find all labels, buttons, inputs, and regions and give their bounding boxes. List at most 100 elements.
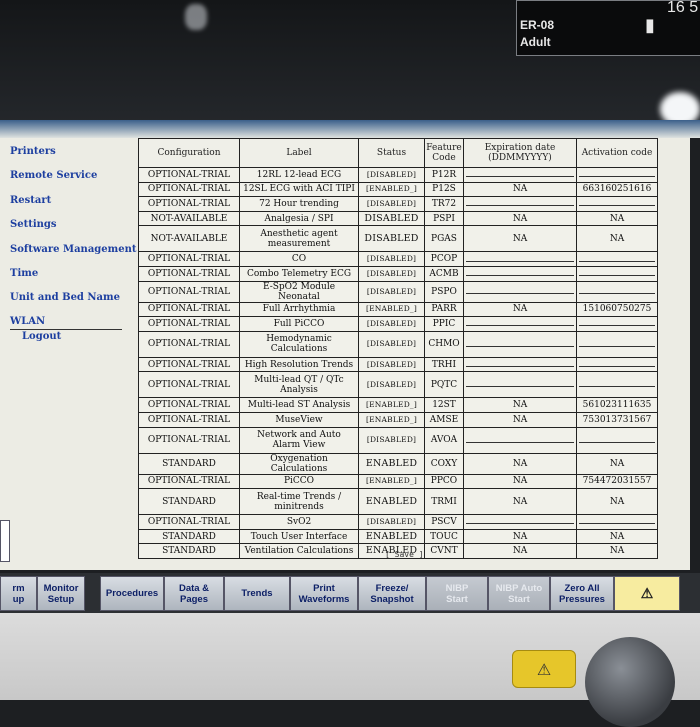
save-button[interactable]: [ Save ]: [385, 550, 424, 559]
cell-feature-code-text: AVOA: [430, 435, 458, 446]
expiration-entry-field[interactable]: [466, 438, 574, 443]
cell-configuration-text: OPTIONAL-TRIAL: [147, 339, 231, 350]
alarm-silence-hard-button[interactable]: ⚠: [512, 650, 576, 688]
table-row: STANDARD Real-time Trends / minitrends ENA…: [138, 488, 658, 516]
cell-label-text: CO: [291, 254, 307, 265]
cell-label-text: E-SpO2 Module Neonatal: [262, 281, 336, 302]
cell-configuration-text: STANDARD: [162, 546, 216, 557]
softkey-monitor-setup[interactable]: Monitor Setup: [37, 576, 85, 611]
cell-expiration-date: NA: [463, 210, 577, 227]
expiration-entry-field[interactable]: [466, 382, 574, 388]
cell-label: Touch User Interface: [239, 528, 359, 545]
cell-label: 72 Hour trending: [239, 196, 359, 212]
softkey-nibp-auto-start[interactable]: NIBP Auto Start: [488, 576, 550, 611]
alarm-silence-key[interactable]: ⚠: [614, 576, 680, 611]
cell-status: [DISABLED]: [358, 371, 425, 399]
cell-status-text: [ENABLED_]: [365, 400, 418, 410]
cell-expiration-date: [463, 251, 577, 267]
cell-status: [DISABLED]: [358, 196, 425, 212]
softkey-label: rm up: [12, 582, 25, 605]
cell-expiration-date: NA: [463, 452, 577, 475]
cell-activation-code-text: NA: [609, 531, 625, 542]
cell-configuration-text: OPTIONAL-TRIAL: [147, 516, 231, 527]
cell-configuration: OPTIONAL-TRIAL: [138, 356, 240, 373]
cell-activation-code: 754472031557: [576, 473, 658, 490]
activation-entry-field[interactable]: [579, 289, 655, 295]
cell-label-text: Full PiCCO: [273, 318, 325, 329]
cell-status-text: ENABLED: [365, 457, 418, 469]
activation-entry-field[interactable]: [579, 342, 655, 347]
cell-status: [DISABLED]: [358, 251, 425, 267]
expiration-entry-field[interactable]: [466, 519, 574, 525]
cell-label-text: Touch User Interface: [250, 531, 348, 542]
cell-label-text: PiCCO: [283, 476, 315, 487]
activation-entry-field[interactable]: [579, 438, 655, 443]
softkey-rm-up[interactable]: rm up: [0, 576, 37, 611]
softkey-procedures[interactable]: Procedures: [100, 576, 164, 611]
expiration-entry-field[interactable]: [466, 342, 574, 347]
cell-status-text: [DISABLED]: [366, 198, 417, 208]
activation-entry-field[interactable]: [579, 271, 655, 277]
softkey-trends[interactable]: Trends: [224, 576, 290, 611]
expiration-entry-field[interactable]: [466, 257, 574, 262]
cell-activation-code: [576, 356, 658, 373]
cell-configuration-text: OPTIONAL-TRIAL: [147, 184, 231, 195]
softkey-label: NIBP Start: [445, 582, 469, 605]
expiration-entry-field[interactable]: [466, 172, 574, 178]
activation-entry-field[interactable]: [579, 172, 655, 178]
cell-label: Full PiCCO: [239, 316, 359, 332]
expiration-entry-field[interactable]: [466, 321, 574, 327]
cell-status-text: [DISABLED]: [366, 359, 417, 369]
table-row: OPTIONAL-TRIAL Full Arrhythmia [ENABLED_] P…: [138, 301, 658, 318]
cell-feature-code-text: PCOP: [430, 254, 458, 265]
cell-feature-code: PPCO: [424, 473, 464, 490]
trim-knob[interactable]: [585, 637, 675, 727]
expiration-entry-field[interactable]: [466, 201, 574, 207]
activation-entry-field[interactable]: [579, 321, 655, 327]
cell-configuration: OPTIONAL-TRIAL: [138, 426, 240, 454]
cell-label: Hemodynamic Calculations: [239, 330, 359, 358]
activation-entry-field[interactable]: [579, 257, 655, 262]
menu-item-software-management[interactable]: Software Management: [10, 238, 140, 262]
cell-activation-code: [576, 426, 658, 454]
menu-item-unit-and-bed-name[interactable]: Unit and Bed Name: [10, 286, 140, 310]
menu-item-restart[interactable]: Restart: [10, 189, 140, 213]
scroll-tab[interactable]: [0, 520, 10, 562]
table-row: OPTIONAL-TRIAL E-SpO2 Module Neonatal [DIS…: [138, 280, 658, 303]
cell-configuration-text: OPTIONAL-TRIAL: [147, 169, 231, 180]
softkey-label: NIBP Auto Start: [495, 582, 543, 605]
softkey-nibp-start[interactable]: NIBP Start: [426, 576, 488, 611]
cell-activation-code: 561023111635: [576, 397, 658, 413]
activation-entry-field[interactable]: [579, 362, 655, 368]
activation-entry-field[interactable]: [579, 201, 655, 207]
cell-configuration-text: NOT-AVAILABLE: [150, 213, 228, 224]
menu-item-remote-service[interactable]: Remote Service: [10, 164, 140, 188]
expiration-entry-field[interactable]: [466, 362, 574, 368]
expiration-entry-field[interactable]: [466, 289, 574, 295]
softkey-data-pages[interactable]: Data & Pages: [164, 576, 224, 611]
softkey-print-waveforms[interactable]: Print Waveforms: [290, 576, 358, 611]
cell-activation-code-text: NA: [609, 496, 625, 507]
cell-feature-code: PSPI: [424, 210, 464, 227]
cell-configuration-text: OPTIONAL-TRIAL: [147, 286, 231, 297]
cell-label: E-SpO2 Module Neonatal: [239, 280, 359, 303]
cell-expiration-date-text: NA: [512, 476, 528, 487]
bed-info: ER-08 Adult: [520, 17, 554, 51]
menu-item-time[interactable]: Time: [10, 262, 140, 286]
softkey-zero-all-pressures[interactable]: Zero All Pressures: [550, 576, 614, 611]
cell-configuration-text: STANDARD: [162, 496, 216, 507]
cell-status: [DISABLED]: [358, 280, 425, 303]
menu-item-wlan[interactable]: WLAN: [10, 315, 122, 330]
menu-item-logout[interactable]: Logout: [10, 330, 140, 344]
cell-status: ENABLED: [358, 528, 425, 545]
activation-entry-field[interactable]: [579, 382, 655, 388]
cell-expiration-date: [463, 316, 577, 332]
menu-item-settings[interactable]: Settings: [10, 213, 140, 237]
cell-label: 12SL ECG with ACI TIPI: [239, 181, 359, 198]
cell-configuration: OPTIONAL-TRIAL: [138, 265, 240, 282]
menu-item-printers[interactable]: Printers: [10, 140, 140, 164]
activation-entry-field[interactable]: [579, 519, 655, 525]
softkey-freeze-snapshot[interactable]: Freeze/ Snapshot: [358, 576, 426, 611]
expiration-entry-field[interactable]: [466, 271, 574, 277]
cell-configuration-text: OPTIONAL-TRIAL: [147, 198, 231, 209]
